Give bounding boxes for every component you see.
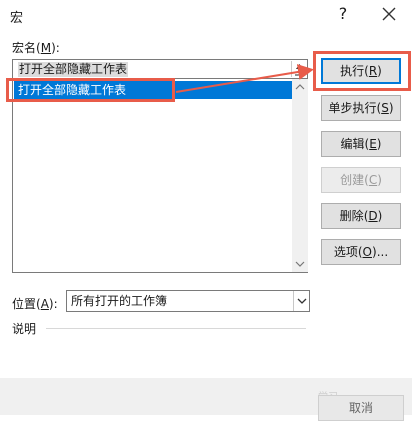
macro-list[interactable]: 打开全部隐藏工作表 — [12, 79, 308, 273]
dialog-title: 宏 — [10, 11, 24, 26]
location-value: 所有打开的工作簿 — [71, 294, 168, 308]
cancel-button[interactable]: 取消 — [318, 395, 404, 421]
macro-name-value: 打开全部隐藏工作表 — [18, 62, 129, 77]
upload-arrow-icon[interactable] — [291, 61, 306, 77]
description-label: 说明 — [12, 322, 37, 336]
location-select[interactable]: 所有打开的工作簿 — [66, 290, 310, 312]
macro-name-label: 宏名(M): — [12, 41, 60, 55]
location-label: 位置(A): — [12, 297, 58, 311]
edit-button[interactable]: 编辑(E) — [321, 131, 401, 157]
list-scrollbar[interactable] — [292, 79, 308, 272]
chevron-down-icon[interactable] — [293, 291, 309, 311]
delete-button[interactable]: 删除(D) — [321, 203, 401, 229]
step-into-button[interactable]: 单步执行(S) — [321, 95, 401, 121]
scroll-down-icon[interactable] — [292, 256, 308, 272]
annotation-highlight-run-button — [313, 51, 411, 91]
description-divider — [46, 328, 306, 329]
background-edge — [412, 0, 419, 415]
create-button[interactable]: 创建(C) — [321, 167, 401, 193]
help-button[interactable]: ? — [332, 3, 354, 25]
close-icon[interactable] — [378, 3, 400, 25]
macro-name-input[interactable]: 打开全部隐藏工作表 — [12, 59, 308, 79]
annotation-highlight-list-item — [6, 78, 175, 102]
scroll-up-icon[interactable] — [292, 79, 308, 95]
options-button[interactable]: 选项(O)... — [321, 239, 401, 265]
